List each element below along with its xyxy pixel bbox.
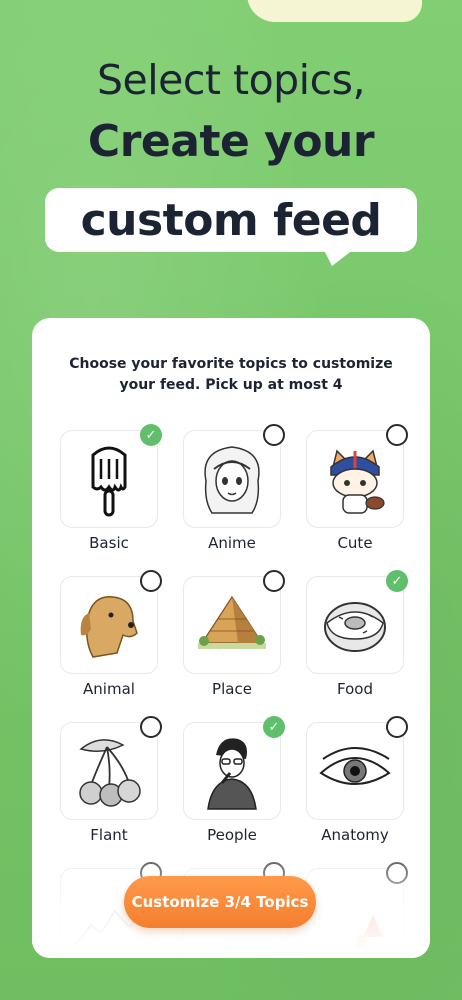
topic-tile-flant[interactable]: Flant: [60, 716, 162, 844]
topic-thumb: [60, 576, 158, 674]
topic-tile-people[interactable]: ✓ People: [183, 716, 285, 844]
headline-line-1: Select topics,: [96, 56, 366, 104]
topic-tile-anime[interactable]: Anime: [183, 424, 285, 552]
anime-girl-icon: [204, 446, 260, 514]
topic-thumb: [183, 576, 281, 674]
topic-thumb: [306, 722, 404, 820]
instructions-text: Choose your favorite topics to customize…: [69, 356, 393, 393]
topic-tile-cute[interactable]: Cute: [306, 424, 408, 552]
topic-label: Place: [212, 680, 252, 698]
cherries-icon: [79, 739, 141, 807]
topic-selection-card: Choose your favorite topics to customize…: [32, 318, 430, 958]
customize-topics-button[interactable]: Customize 3/4 Topics: [124, 876, 316, 928]
topic-thumb: [183, 430, 281, 528]
cute-cat-icon: [330, 449, 385, 514]
topic-thumb: [183, 722, 281, 820]
selected-check-icon: ✓: [140, 424, 162, 446]
headline-line-2: Create your: [87, 116, 375, 167]
topic-label: Food: [337, 680, 373, 698]
topic-tile-anatomy[interactable]: Anatomy: [306, 716, 408, 844]
unselected-circle-icon: [263, 570, 285, 592]
decorative-paper-scrap: [247, 0, 422, 22]
eye-icon: [319, 747, 391, 785]
speech-bubble-tail: [322, 246, 358, 266]
topic-label: Anime: [208, 534, 256, 552]
unselected-circle-icon: [263, 424, 285, 446]
unselected-circle-icon: [140, 570, 162, 592]
unselected-circle-icon: [386, 424, 408, 446]
unselected-circle-icon: [386, 716, 408, 738]
topic-thumb: [60, 430, 158, 528]
topic-thumb: [306, 576, 404, 674]
topic-thumb: [306, 430, 404, 528]
dog-icon: [80, 596, 138, 658]
topic-thumb: [60, 722, 158, 820]
topic-tile-basic[interactable]: ✓ Basic: [60, 424, 162, 552]
person-icon: [207, 738, 257, 810]
unselected-circle-icon: [140, 716, 162, 738]
selected-check-icon: ✓: [386, 570, 408, 592]
selected-check-icon: ✓: [263, 716, 285, 738]
pyramid-icon: [198, 595, 266, 649]
headline-highlight-box: custom feed: [45, 188, 417, 252]
popsicle-icon: [91, 446, 127, 517]
donut-icon: [324, 602, 386, 652]
headline-line-3: custom feed: [80, 194, 382, 246]
topic-label: Cute: [337, 534, 373, 552]
topic-tile-animal[interactable]: Animal: [60, 570, 162, 698]
topic-label: Animal: [83, 680, 135, 698]
topic-label: Basic: [89, 534, 129, 552]
topic-tile-place[interactable]: Place: [183, 570, 285, 698]
topic-tile-food[interactable]: ✓ Food: [306, 570, 408, 698]
